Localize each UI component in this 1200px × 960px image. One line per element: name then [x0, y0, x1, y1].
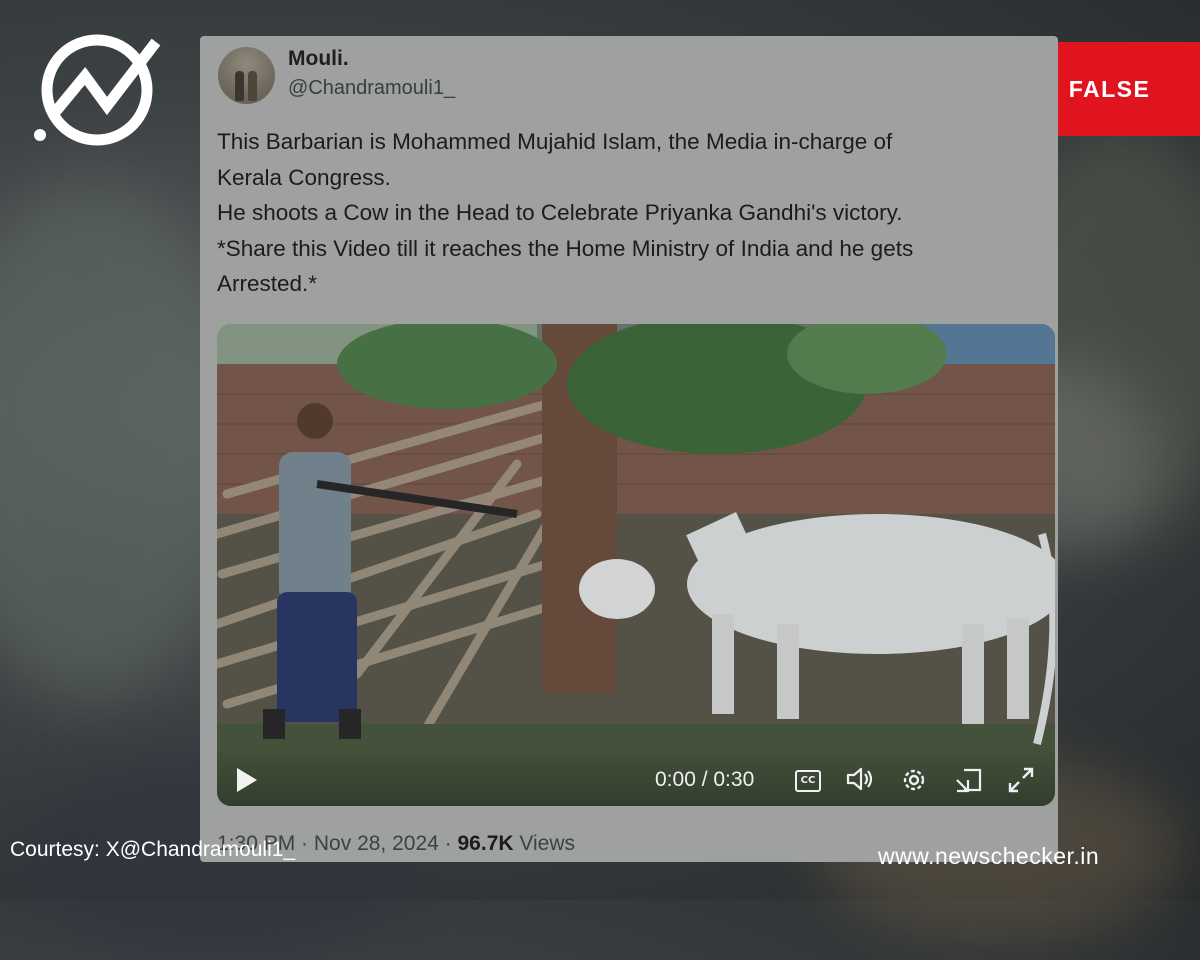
video-controls: 0:00 / 0:30 CC [217, 746, 1055, 806]
views-count: 96.7K [457, 832, 514, 855]
tweet-text: This Barbarian is Mohammed Mujahid Islam… [217, 124, 1047, 302]
tweet-text-line: *Share this Video till it reaches the Ho… [217, 235, 914, 261]
fullscreen-icon[interactable] [1007, 766, 1035, 798]
tweet-text-line: Kerala Congress. [217, 164, 391, 190]
display-name[interactable]: Mouli. [288, 47, 349, 71]
avatar[interactable] [218, 47, 275, 104]
newschecker-logo-icon [30, 30, 164, 150]
tweet-card: Mouli. @Chandramouli1_ This Barbarian is… [200, 36, 1058, 862]
views-label: Views [519, 832, 576, 855]
site-url: www.newschecker.in [878, 843, 1100, 869]
tweet-text-line: This Barbarian is Mohammed Mujahid Islam… [217, 129, 893, 154]
tweet-text-line: Arrested.* [217, 271, 318, 296]
courtesy-caption: Courtesy: X@Chandramouli1_ [10, 838, 296, 861]
video-thumbnail [217, 324, 1055, 806]
tweet-date[interactable]: Nov 28, 2024 [314, 832, 439, 855]
play-icon[interactable] [237, 768, 257, 792]
user-handle[interactable]: @Chandramouli1_ [288, 77, 455, 100]
tweet-text-line: He shoots a Cow in the Head to Celebrate… [217, 200, 903, 225]
settings-icon[interactable] [900, 766, 928, 798]
volume-icon[interactable] [845, 766, 875, 796]
video-player[interactable]: 0:00 / 0:30 CC [217, 324, 1055, 806]
cc-icon[interactable]: CC [795, 770, 821, 792]
pip-icon[interactable] [954, 766, 984, 798]
video-time: 0:00 / 0:30 [655, 768, 755, 791]
